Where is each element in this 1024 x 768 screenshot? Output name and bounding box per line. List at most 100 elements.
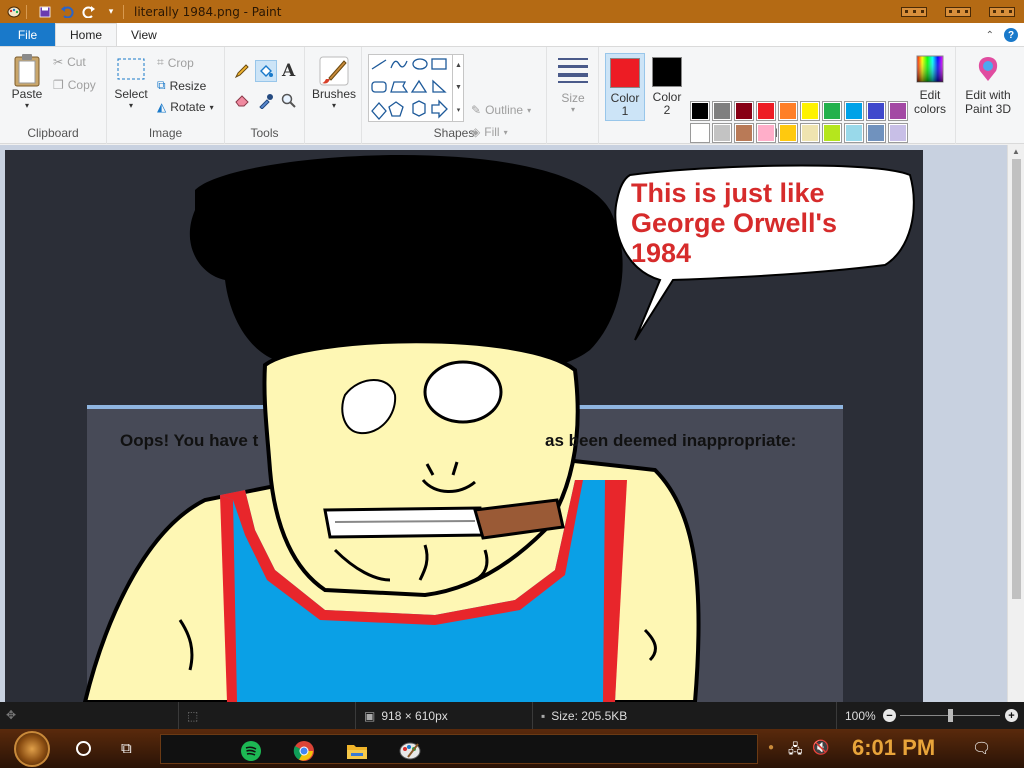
palette-color-swatch[interactable] [712,123,732,143]
edit-colors-line1: Edit [919,88,941,102]
color2-swatch [652,57,682,87]
shapes-scroll[interactable]: ▲ ▼ ▾ [452,54,464,122]
collapse-ribbon-icon[interactable]: ⌃ [986,30,994,41]
outline-label: Outline [485,103,524,117]
close-button[interactable] [980,0,1024,23]
palette-color-swatch[interactable] [888,123,908,143]
crop-button[interactable]: ⌗ Crop [157,55,194,70]
palette-color-swatch[interactable] [690,101,710,121]
select-button[interactable]: Select ▾ [113,57,149,110]
size-group: Size ▾ [547,47,599,144]
paste-label: Paste [11,87,43,101]
file-explorer-icon[interactable] [345,739,369,763]
palette-color-swatch[interactable] [888,101,908,121]
copy-button[interactable]: ❐ Copy [53,78,96,92]
selection-size-cell: ⬚ [178,702,198,729]
brushes-button[interactable]: Brushes ▾ [312,53,356,110]
line-size-icon [558,58,588,83]
action-center-icon[interactable]: 🗨 [972,739,991,757]
title-bar: ▾ literally 1984.png - Paint [0,0,1024,23]
image-dimensions: 918 × 610px [381,708,448,723]
chevron-down-icon: ▾ [128,101,133,110]
network-icon[interactable]: 🖧 [788,740,803,762]
eraser-icon[interactable] [234,93,250,107]
file-size: Size: 205.5KB [551,708,628,723]
taskbar-apps [160,734,758,764]
tab-file[interactable]: File [0,23,55,46]
magnifier-icon[interactable] [281,93,297,109]
dialog-text-left: Oops! You have t [120,431,259,450]
palette-color-swatch[interactable] [800,123,820,143]
outline-button[interactable]: ✎ Outline ▾ [471,103,531,117]
paint-taskbar-icon[interactable] [398,739,422,763]
brushes-label: Brushes [311,87,357,101]
paint-app-icon[interactable] [6,4,22,20]
select-rectangle-icon [117,58,145,80]
zoom-level: 100% [845,708,876,723]
tab-view[interactable]: View [117,23,171,46]
size-button[interactable]: Size ▾ [555,55,591,114]
chevron-down-icon: ▾ [570,105,575,114]
cortana-search-icon[interactable] [76,741,91,756]
minimize-button[interactable] [892,0,936,23]
fill-button[interactable]: ◈ Fill ▾ [471,125,508,139]
copy-label: Copy [67,78,96,92]
color1-button[interactable]: Color 1 [605,53,645,121]
zoom-out-button[interactable]: − [883,709,896,722]
pencil-icon[interactable] [234,63,250,79]
maximize-button[interactable] [936,0,980,23]
color-picker-icon[interactable] [258,93,274,109]
palette-color-swatch[interactable] [690,123,710,143]
zoom-slider-thumb[interactable] [948,709,953,722]
zoom-in-button[interactable]: + [1005,709,1018,722]
palette-color-swatch[interactable] [800,101,820,121]
vertical-scrollbar[interactable]: ▲ [1007,145,1024,702]
tab-home[interactable]: Home [55,23,118,46]
chrome-icon[interactable] [292,739,316,763]
speech-bubble-text: This is just like George Orwell's 1984 [631,178,881,268]
cut-button[interactable]: ✂ Cut [53,55,86,69]
quick-access-dropdown-icon[interactable]: ▾ [103,4,119,20]
brush-icon [319,56,349,86]
scroll-up-icon[interactable]: ▲ [1012,147,1020,156]
paste-button[interactable]: Paste ▾ [8,53,46,110]
palette-color-swatch[interactable] [822,123,842,143]
edit-colors-button[interactable]: Edit colors [910,55,950,116]
spotify-icon[interactable] [239,739,263,763]
palette-color-swatch[interactable] [866,123,886,143]
palette-color-swatch[interactable] [756,123,776,143]
resize-button[interactable]: ⧉ Resize [157,78,206,93]
taskbar-clock[interactable]: 6:01 PM [852,735,935,761]
palette-color-swatch[interactable] [712,101,732,121]
palette-color-swatch[interactable] [844,123,864,143]
cut-label: Cut [67,55,86,69]
palette-color-swatch[interactable] [822,101,842,121]
palette-color-swatch[interactable] [844,101,864,121]
brushes-group: Brushes ▾ [305,47,362,144]
help-icon[interactable]: ? [1004,28,1018,42]
task-view-icon[interactable]: ⧉ [121,740,132,757]
volume-muted-icon[interactable]: 🔇 [812,739,829,756]
image-dimensions-cell: ▣ 918 × 610px [355,702,448,729]
palette-color-swatch[interactable] [734,123,754,143]
palette-color-swatch[interactable] [778,101,798,121]
scrollbar-thumb[interactable] [1012,159,1021,599]
rotate-button[interactable]: ◭ Rotate ▾ [157,100,214,114]
save-icon[interactable] [37,4,53,20]
tray-overflow-icon[interactable]: ● [768,742,774,753]
chevron-down-icon: ▾ [527,105,532,115]
shapes-gallery[interactable] [368,54,464,122]
palette-color-swatch[interactable] [866,101,886,121]
edit-with-paint3d-button[interactable]: Edit with Paint 3D [959,55,1017,116]
start-button[interactable] [14,731,50,767]
redo-icon[interactable] [81,4,97,20]
edit-colors-line2: colors [913,102,946,116]
palette-color-swatch[interactable] [756,101,776,121]
clipboard-icon [14,54,40,87]
undo-icon[interactable] [59,4,75,20]
palette-color-swatch[interactable] [778,123,798,143]
fill-bucket-icon[interactable] [255,60,277,82]
color2-button[interactable]: Color 2 [647,53,687,121]
text-tool-icon[interactable]: A [282,61,295,81]
palette-color-swatch[interactable] [734,101,754,121]
